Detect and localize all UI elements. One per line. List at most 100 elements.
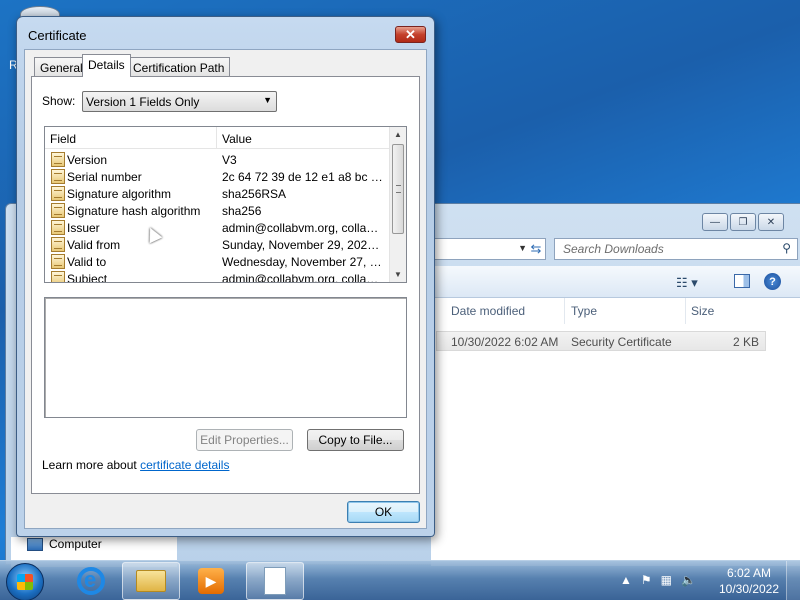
tab-certification-path[interactable]: Certification Path	[127, 57, 231, 76]
file-type: Security Certificate	[571, 335, 672, 349]
fields-list[interactable]: Field Value Version V3 Serial number 2c 64 …	[44, 126, 407, 283]
field-name: Valid to	[67, 255, 107, 269]
field-value: sha256	[222, 204, 262, 218]
details-panel: Show: Version 1 Fields Only ▼ Field Valu…	[31, 76, 420, 494]
scrollbar-thumb[interactable]	[392, 144, 404, 234]
field-detail-box[interactable]	[44, 297, 407, 418]
field-name: Version	[67, 153, 108, 167]
taskbar-windows-explorer[interactable]	[122, 562, 180, 600]
field-name: Signature algorithm	[67, 187, 172, 201]
certificate-dialog: Certificate ✕ General Details Certificat…	[16, 16, 435, 537]
field-name: Valid from	[67, 238, 121, 252]
list-item[interactable]: Serial number 2c 64 72 39 de 12 e1 a8 bc …	[45, 168, 391, 185]
list-item[interactable]: Signature hash algorithm sha256	[45, 202, 391, 219]
learn-more-prefix: Learn more about	[42, 458, 137, 472]
close-button[interactable]: ✕	[395, 26, 426, 43]
show-desktop-button[interactable]	[786, 561, 800, 600]
column-date-modified[interactable]: Date modified	[451, 304, 525, 318]
restore-button[interactable]: ❐	[730, 213, 756, 231]
file-row[interactable]: 10/30/2022 6:02 AM Security Certificate …	[436, 331, 766, 351]
certificate-field-icon	[51, 237, 65, 252]
show-dropdown-value: Version 1 Fields Only	[86, 95, 200, 109]
file-size: 2 KB	[733, 335, 760, 349]
certificate-field-icon	[51, 203, 65, 218]
field-name: Signature hash algorithm	[67, 204, 201, 218]
volume-muted-icon[interactable]: 🔈	[681, 573, 696, 587]
start-button[interactable]	[6, 563, 44, 600]
column-separator	[685, 298, 686, 324]
scroll-down-icon[interactable]: ▼	[394, 270, 402, 279]
clock-time: 6:02 AM	[726, 566, 772, 580]
field-value: admin@collabvm.org, collabne...	[222, 221, 384, 235]
taskbar: ▶ ▲ ⚑ ▦ 🔈 6:02 AM 10/30/2022	[0, 560, 800, 600]
field-name: Serial number	[67, 170, 142, 184]
list-item[interactable]: Valid from Sunday, November 29, 2020 1...	[45, 236, 391, 253]
field-value: 2c 64 72 39 de 12 e1 a8 bc 22...	[222, 170, 384, 184]
ok-button[interactable]: OK	[347, 501, 420, 523]
field-value: admin@collabvm.org, collabne...	[222, 272, 384, 283]
taskbar-media-player[interactable]: ▶	[182, 562, 240, 600]
tab-details[interactable]: Details	[82, 54, 131, 77]
folder-icon	[136, 570, 166, 592]
column-size[interactable]: Size	[691, 304, 714, 318]
field-value: Sunday, November 29, 2020 1...	[222, 238, 384, 252]
taskbar-internet-explorer[interactable]	[62, 562, 120, 600]
field-value: sha256RSA	[222, 187, 287, 201]
certificate-field-icon	[51, 220, 65, 235]
list-item[interactable]: Version V3	[45, 151, 391, 168]
dialog-body: General Details Certification Path Show:…	[24, 49, 427, 529]
field-value: Wednesday, November 27, 20...	[222, 255, 384, 269]
network-icon[interactable]: ▦	[661, 573, 672, 587]
change-view-icon[interactable]: ☷ ▾	[676, 275, 698, 291]
column-type[interactable]: Type	[571, 304, 597, 318]
search-placeholder: Search Downloads	[563, 242, 664, 256]
certificate-field-icon	[51, 271, 65, 282]
refresh-icon[interactable]: ⇆	[526, 238, 546, 260]
column-value[interactable]: Value	[222, 132, 252, 146]
minimize-button[interactable]: —	[702, 213, 728, 231]
nav-item-computer-label: Computer	[49, 537, 102, 551]
scroll-up-icon[interactable]: ▲	[394, 130, 402, 139]
taskbar-certificate[interactable]	[246, 562, 304, 600]
internet-explorer-icon	[77, 567, 105, 595]
show-label: Show:	[42, 94, 76, 108]
vertical-scrollbar[interactable]: ▲ ▼	[389, 127, 406, 282]
column-separator	[216, 127, 217, 149]
media-player-icon: ▶	[198, 568, 224, 594]
list-item[interactable]: Issuer admin@collabvm.org, collabne...	[45, 219, 391, 236]
computer-icon	[27, 537, 43, 551]
list-header: Field Value	[45, 127, 391, 149]
list-item[interactable]: Valid to Wednesday, November 27, 20...	[45, 253, 391, 270]
list-item[interactable]: Signature algorithm sha256RSA	[45, 185, 391, 202]
certificate-field-icon	[51, 186, 65, 201]
tab-general[interactable]: General	[34, 57, 89, 76]
show-hidden-icons-icon[interactable]: ▲	[620, 573, 632, 587]
action-center-flag-icon[interactable]: ⚑	[641, 573, 652, 587]
field-name: Subject	[67, 272, 108, 283]
certificate-field-icon	[51, 152, 65, 167]
nav-item-computer[interactable]: Computer	[27, 537, 102, 551]
file-list: Date modified Type Size 10/30/2022 6:02 …	[431, 298, 800, 566]
list-item[interactable]: Subject admin@collabvm.org, collabne...	[45, 270, 391, 283]
field-name: Issuer	[67, 221, 100, 235]
copy-to-file-button[interactable]: Copy to File...	[307, 429, 404, 451]
help-icon[interactable]: ?	[764, 273, 781, 290]
dialog-title: Certificate	[28, 28, 87, 43]
show-dropdown[interactable]: Version 1 Fields Only ▼	[82, 91, 277, 112]
explorer-window-controls: — ❐ ✕	[702, 213, 784, 231]
search-icon[interactable]: ⚲	[782, 241, 791, 255]
column-separator	[564, 298, 565, 324]
clock[interactable]: 6:02 AM 10/30/2022	[716, 565, 782, 597]
column-field[interactable]: Field	[50, 132, 76, 146]
explorer-toolbar: ☷ ▾ ?	[431, 266, 800, 298]
clock-date: 10/30/2022	[718, 582, 780, 596]
certificate-field-icon	[51, 169, 65, 184]
preview-pane-icon[interactable]	[734, 274, 750, 288]
close-button[interactable]: ✕	[758, 213, 784, 231]
certificate-details-link[interactable]: certificate details	[140, 458, 229, 472]
edit-properties-button[interactable]: Edit Properties...	[196, 429, 293, 451]
learn-more-text: Learn more about certificate details	[42, 458, 229, 472]
notification-area: ▲ ⚑ ▦ 🔈	[620, 573, 696, 587]
certificate-field-icon	[51, 254, 65, 269]
search-input[interactable]: Search Downloads ⚲	[554, 238, 798, 260]
